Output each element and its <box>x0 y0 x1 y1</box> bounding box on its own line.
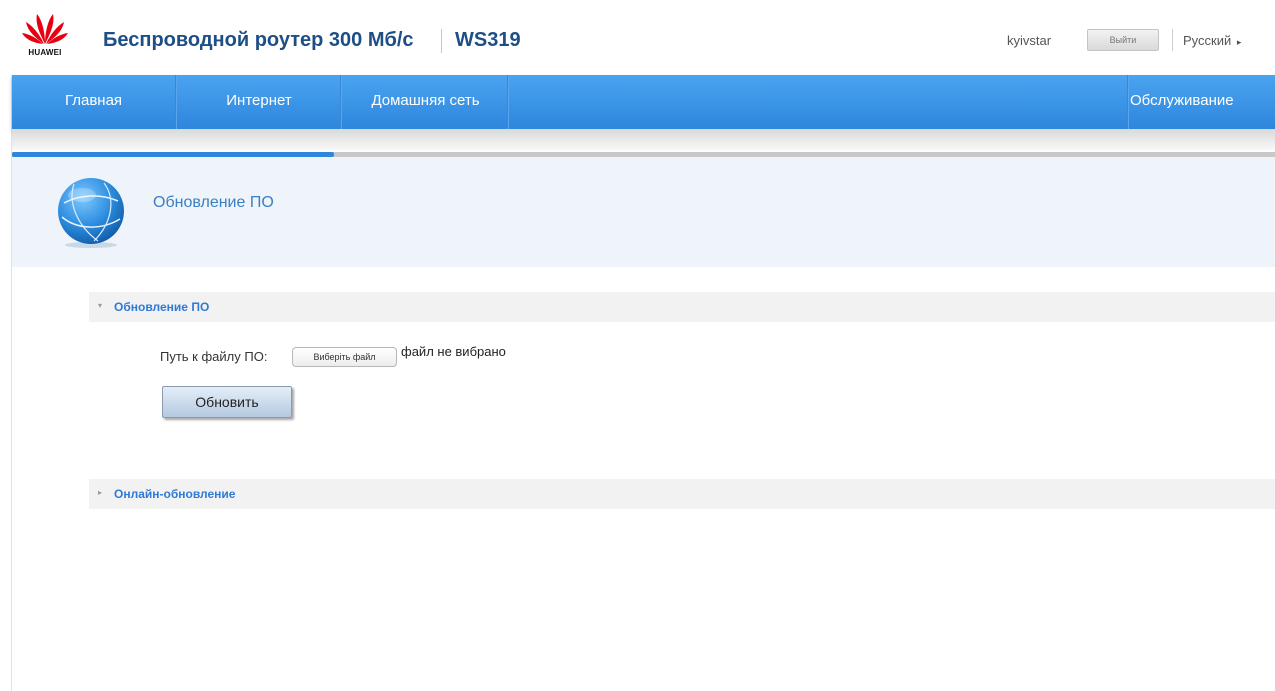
section-label: Обновление ПО <box>114 300 210 314</box>
chevron-right-icon: ▸ <box>98 488 103 497</box>
title-divider <box>441 29 442 53</box>
page-banner: Обновление ПО <box>12 157 1275 267</box>
chevron-down-icon: ▾ <box>98 301 103 310</box>
header: HUAWEI Беспроводной роутер 300 Мб/с WS31… <box>0 0 1275 75</box>
username: kyivstar <box>1007 33 1052 48</box>
logo-text: HUAWEI <box>28 48 62 57</box>
language-label: Русский <box>1183 33 1232 48</box>
section-header-online-update[interactable]: ▸ Онлайн-обновление <box>89 479 1275 509</box>
language-selector[interactable]: Русский ▸ <box>1183 33 1241 48</box>
section-label: Онлайн-обновление <box>114 487 236 501</box>
language-divider <box>1172 29 1173 51</box>
nav-divider <box>175 75 177 129</box>
page-title: Обновление ПО <box>153 194 274 211</box>
nav-item-home[interactable]: Главная <box>12 75 175 129</box>
model-name: WS319 <box>455 29 521 51</box>
main-nav: Главная Интернет Домашняя сеть Обслужива… <box>12 75 1275 129</box>
choose-file-button[interactable]: Виберіть файл <box>292 347 397 367</box>
update-button[interactable]: Обновить <box>162 386 292 418</box>
nav-divider <box>1127 75 1129 129</box>
file-status: файл не вибрано <box>401 344 506 359</box>
huawei-logo: HUAWEI <box>20 10 70 64</box>
file-path-label: Путь к файлу ПО: <box>160 349 268 364</box>
nav-item-internet[interactable]: Интернет <box>178 75 340 129</box>
nav-shadow-band <box>12 129 1275 151</box>
nav-item-home-network[interactable]: Домашняя сеть <box>343 75 508 129</box>
logout-button[interactable]: Выйти <box>1087 29 1159 51</box>
chevron-right-icon: ▸ <box>1236 37 1242 47</box>
nav-divider <box>340 75 342 129</box>
router-admin-page: HUAWEI Беспроводной роутер 300 Мб/с WS31… <box>0 0 1275 691</box>
product-title: Беспроводной роутер 300 Мб/с <box>103 29 414 51</box>
nav-item-maintenance[interactable]: Обслуживание <box>1130 75 1275 129</box>
globe-icon <box>54 175 128 249</box>
section-header-firmware-update[interactable]: ▾ Обновление ПО <box>89 292 1275 322</box>
nav-divider <box>507 75 509 129</box>
